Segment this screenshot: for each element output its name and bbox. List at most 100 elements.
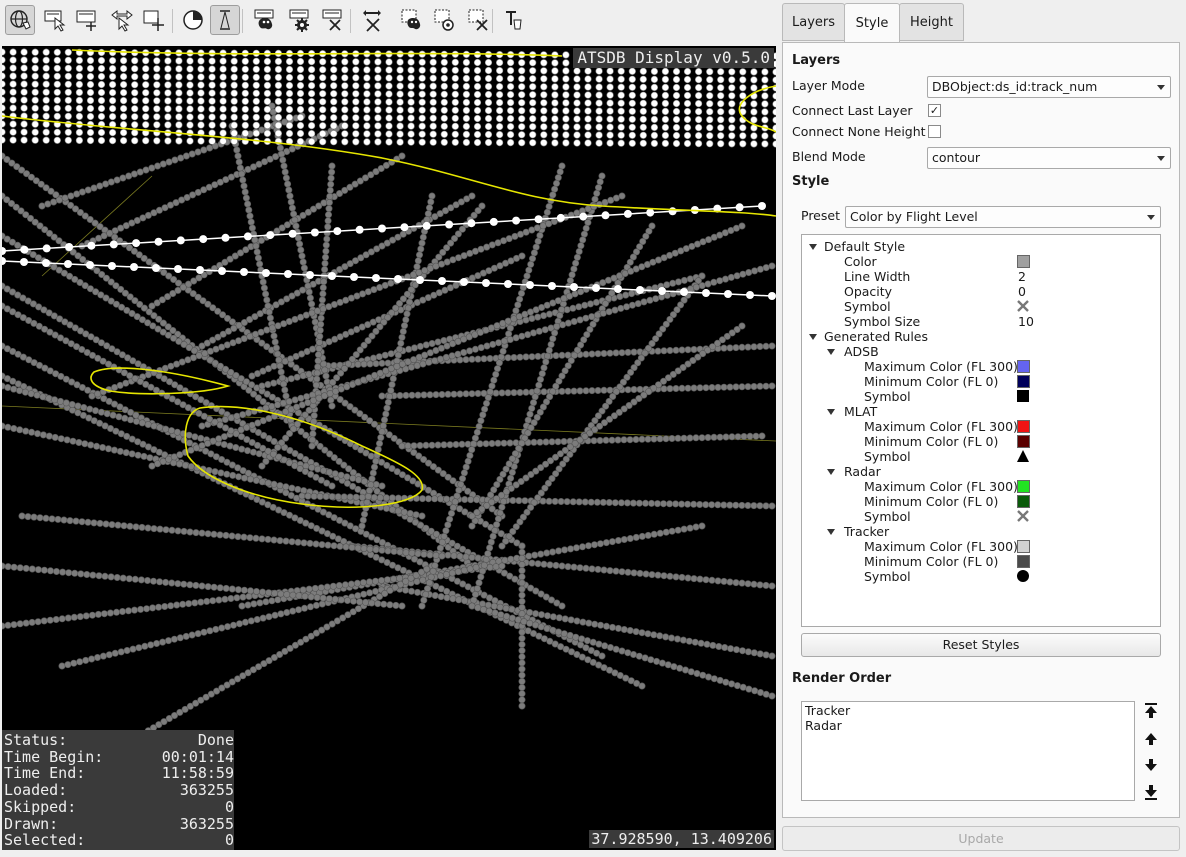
preset-select[interactable]: Color by Flight Level bbox=[845, 206, 1161, 228]
tree-item-label[interactable]: Maximum Color (FL 300) bbox=[864, 419, 1018, 434]
color-swatch[interactable] bbox=[1017, 255, 1030, 268]
blend-mode-value: contour bbox=[932, 150, 981, 165]
settings-button[interactable] bbox=[285, 5, 315, 35]
tab-style[interactable]: Style bbox=[844, 3, 900, 43]
expand-arrow-icon[interactable] bbox=[827, 469, 835, 475]
toolbar-separator bbox=[242, 9, 243, 33]
layers-heading: Layers bbox=[792, 53, 841, 68]
tree-item-label[interactable]: Opacity bbox=[844, 284, 892, 299]
status-row: Loaded: 363255 bbox=[4, 782, 234, 799]
overlay-title: ATSDB Display v0.5.0 bbox=[573, 48, 774, 68]
expand-arrow-icon[interactable] bbox=[827, 529, 835, 535]
x-cross-icon[interactable] bbox=[1016, 509, 1030, 523]
tree-item-label[interactable]: Minimum Color (FL 0) bbox=[864, 374, 998, 389]
gear-icon bbox=[289, 9, 309, 32]
tree-item-label[interactable]: Symbol bbox=[864, 569, 911, 584]
reset-styles-button[interactable]: Reset Styles bbox=[801, 633, 1161, 657]
x-cross-icon[interactable] bbox=[1016, 299, 1030, 313]
select-style-button[interactable] bbox=[397, 5, 427, 35]
add-point-button[interactable] bbox=[138, 5, 168, 35]
color-swatch[interactable] bbox=[1017, 360, 1030, 373]
select-button[interactable] bbox=[40, 5, 70, 35]
add-rect-button[interactable] bbox=[72, 5, 102, 35]
move-button[interactable] bbox=[106, 5, 136, 35]
status-value: 363255 bbox=[179, 814, 234, 833]
expand-arrow-icon[interactable] bbox=[809, 334, 817, 340]
list-item[interactable]: Tracker bbox=[805, 703, 850, 718]
navigate-globe-button[interactable] bbox=[5, 5, 35, 35]
zoom-fit-button[interactable] bbox=[357, 5, 387, 35]
status-key: Loaded: bbox=[4, 781, 68, 800]
map-view[interactable]: ATSDB Display v0.5.0 Status: Done Time Beg… bbox=[2, 46, 776, 850]
height-filter-button[interactable] bbox=[210, 5, 240, 35]
tab-layers[interactable]: Layers bbox=[782, 3, 845, 41]
list-item[interactable]: Radar bbox=[805, 718, 842, 733]
tree-item-value[interactable]: 0 bbox=[1018, 284, 1026, 299]
tab-height[interactable]: Height bbox=[899, 3, 964, 41]
layer-mode-select[interactable]: DBObject:ds_id:track_num bbox=[927, 76, 1171, 98]
connect-last-layer-label: Connect Last Layer bbox=[792, 103, 913, 118]
clear-button[interactable] bbox=[318, 5, 348, 35]
globe-hand-icon bbox=[10, 10, 31, 30]
zoom-fit-icon bbox=[363, 10, 381, 32]
move-up-icon[interactable] bbox=[1143, 730, 1159, 748]
tree-item-default-style[interactable]: Default Style bbox=[824, 239, 905, 254]
tree-item-rule-group[interactable]: ADSB bbox=[844, 344, 879, 359]
status-key: Skipped: bbox=[4, 797, 77, 816]
toolbar bbox=[0, 0, 778, 44]
tree-item-label[interactable]: Minimum Color (FL 0) bbox=[864, 554, 998, 569]
move-down-icon[interactable] bbox=[1143, 756, 1159, 774]
tree-item-label[interactable]: Maximum Color (FL 300) bbox=[864, 539, 1018, 554]
color-swatch[interactable] bbox=[1017, 495, 1030, 508]
square-icon[interactable] bbox=[1016, 389, 1030, 403]
tree-item-label[interactable]: Maximum Color (FL 300) bbox=[864, 359, 1018, 374]
tree-item-value[interactable]: 10 bbox=[1018, 314, 1034, 329]
move-to-bottom-icon[interactable] bbox=[1143, 783, 1159, 801]
flight-tracks bbox=[2, 48, 776, 750]
color-swatch[interactable] bbox=[1017, 420, 1030, 433]
expand-arrow-icon[interactable] bbox=[809, 244, 817, 250]
expand-arrow-icon[interactable] bbox=[827, 349, 835, 355]
tree-item-value[interactable]: 2 bbox=[1018, 269, 1026, 284]
tree-item-label[interactable]: Symbol bbox=[844, 299, 891, 314]
tree-item-label[interactable]: Maximum Color (FL 300) bbox=[864, 479, 1018, 494]
color-swatch[interactable] bbox=[1017, 435, 1030, 448]
move-to-top-icon[interactable] bbox=[1143, 702, 1159, 720]
text-tool-button[interactable] bbox=[500, 5, 530, 35]
style-tree[interactable]: Default Style Color Line Width 2 Opacity 0 Sym… bbox=[801, 234, 1161, 627]
select-settings-button[interactable] bbox=[430, 5, 460, 35]
circle-icon[interactable] bbox=[1016, 569, 1030, 583]
blend-mode-label: Blend Mode bbox=[792, 149, 866, 164]
color-swatch[interactable] bbox=[1017, 555, 1030, 568]
tree-item-label[interactable]: Minimum Color (FL 0) bbox=[864, 494, 998, 509]
tree-item-label[interactable]: Color bbox=[844, 254, 877, 269]
tree-item-label[interactable]: Line Width bbox=[844, 269, 910, 284]
color-swatch[interactable] bbox=[1017, 540, 1030, 553]
color-swatch[interactable] bbox=[1017, 375, 1030, 388]
style-button[interactable] bbox=[250, 5, 280, 35]
tree-item-label[interactable]: Symbol bbox=[864, 449, 911, 464]
color-swatch[interactable] bbox=[1017, 480, 1030, 493]
tree-item-label[interactable]: Symbol Size bbox=[844, 314, 920, 329]
expand-arrow-icon[interactable] bbox=[827, 409, 835, 415]
tree-item-label[interactable]: Symbol bbox=[864, 389, 911, 404]
status-row: Status: Done bbox=[4, 732, 234, 749]
status-value: 0 bbox=[224, 797, 234, 816]
clear-selection-button[interactable] bbox=[464, 5, 494, 35]
status-value: 00:01:14 bbox=[161, 747, 234, 766]
connect-none-height-checkbox[interactable] bbox=[928, 125, 941, 138]
update-button[interactable]: Update bbox=[782, 826, 1180, 851]
toolbar-separator bbox=[350, 9, 351, 33]
tree-item-label[interactable]: Symbol bbox=[864, 509, 911, 524]
render-order-list[interactable]: Tracker Radar bbox=[801, 701, 1135, 801]
blend-mode-select[interactable]: contour bbox=[927, 147, 1171, 169]
tree-item-rule-group[interactable]: Radar bbox=[844, 464, 881, 479]
tree-item-label[interactable]: Minimum Color (FL 0) bbox=[864, 434, 998, 449]
tree-item-rule-group[interactable]: Tracker bbox=[844, 524, 889, 539]
status-row: Drawn: 363255 bbox=[4, 814, 234, 833]
triangle-icon[interactable] bbox=[1016, 449, 1030, 463]
tree-item-generated-rules[interactable]: Generated Rules bbox=[824, 329, 928, 344]
time-filter-button[interactable] bbox=[178, 5, 208, 35]
connect-last-layer-checkbox[interactable]: ✓ bbox=[928, 104, 941, 117]
tree-item-rule-group[interactable]: MLAT bbox=[844, 404, 877, 419]
